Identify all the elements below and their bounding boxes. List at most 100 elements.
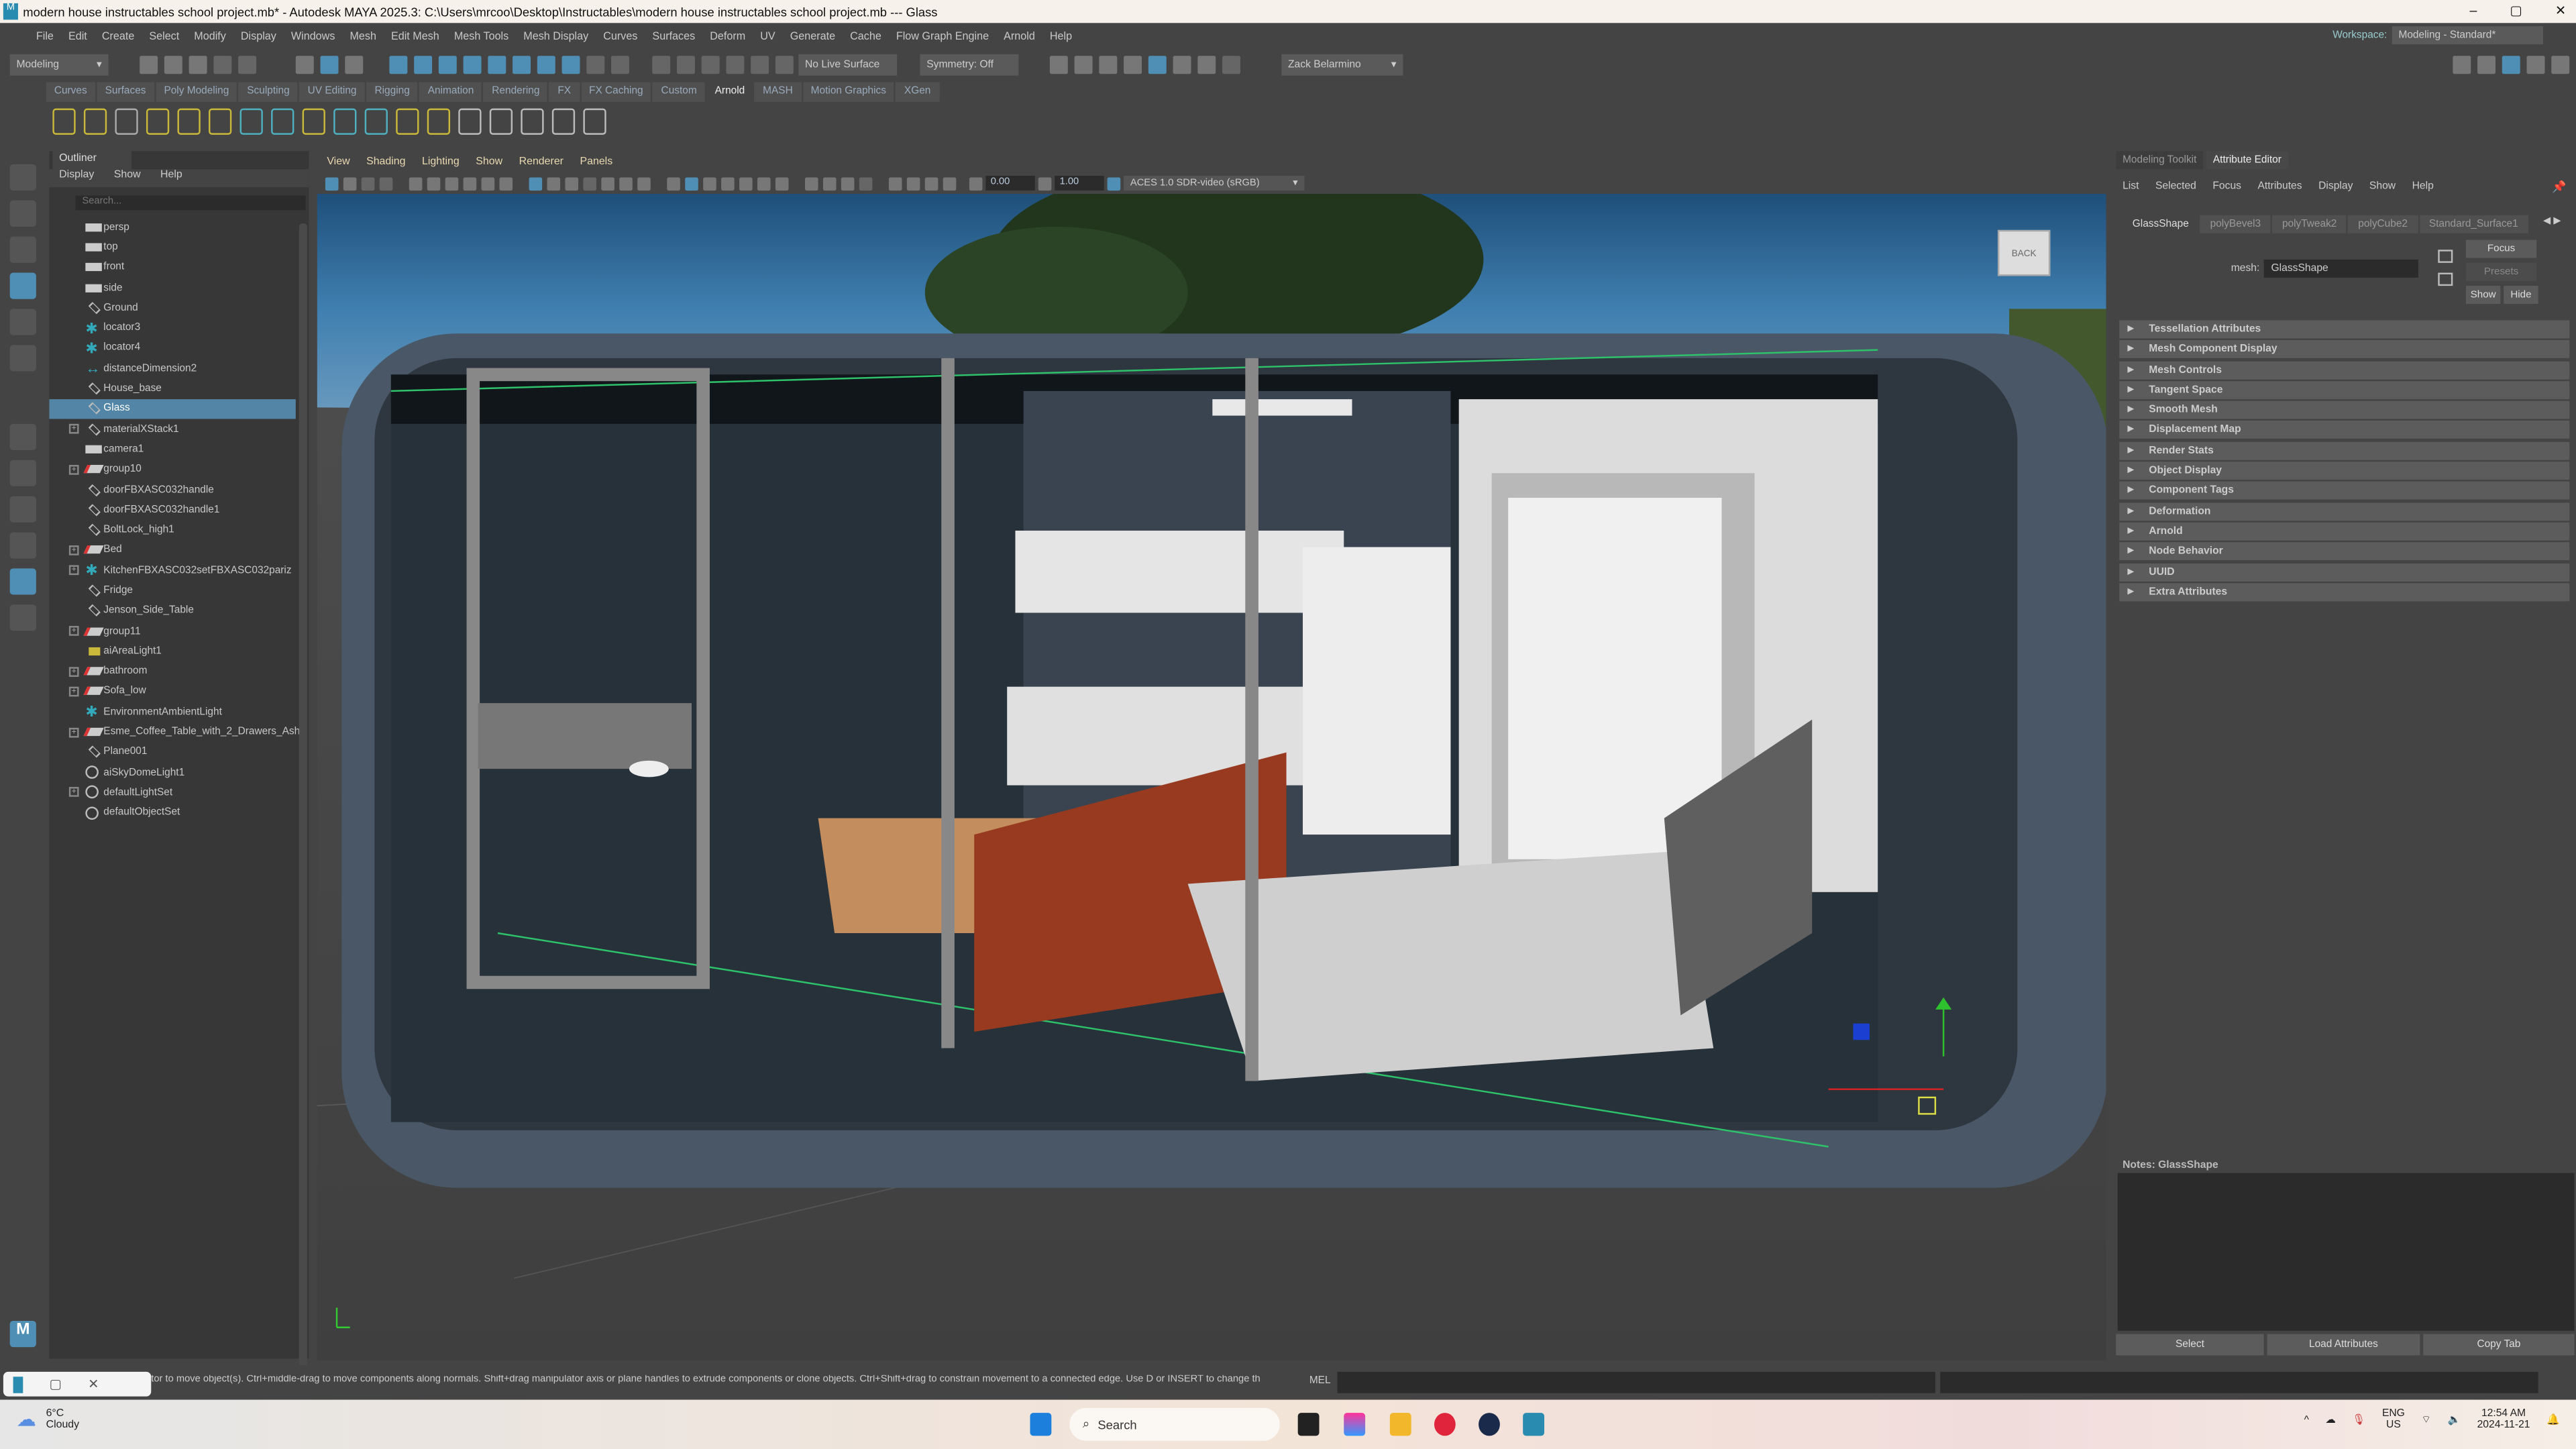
curve-collector-icon[interactable] (302, 108, 325, 135)
tab-attribute-editor[interactable]: Attribute Editor (2206, 151, 2288, 170)
color-management-toggle-icon[interactable] (1107, 176, 1121, 190)
snap-surface-icon[interactable] (463, 55, 482, 73)
workspace-select[interactable]: Modeling - Standard* (2392, 26, 2544, 45)
restore-icon[interactable]: ▢ (49, 1377, 62, 1391)
hypershade-icon[interactable] (1148, 55, 1167, 73)
minimize-button[interactable]: – (2470, 0, 2477, 23)
tab-scroll-arrows-icon[interactable]: ◀ ▶ (2543, 215, 2561, 227)
undo-icon[interactable] (213, 55, 232, 73)
outliner-item[interactable]: side (49, 278, 295, 298)
render-view-icon[interactable] (1173, 55, 1191, 73)
pause-icon[interactable] (1222, 55, 1240, 73)
pencil-icon[interactable] (499, 176, 513, 190)
safe-title-icon[interactable] (637, 176, 651, 190)
select-component-icon[interactable] (345, 55, 364, 73)
menu-mesh-display[interactable]: Mesh Display (523, 30, 588, 42)
tab-modeling-toolkit[interactable]: Modeling Toolkit (2116, 151, 2204, 170)
outliner-item[interactable]: doorFBXASC032handle (49, 480, 295, 500)
attr-menu-attributes[interactable]: Attributes (2257, 180, 2302, 192)
image-plane-icon[interactable] (379, 176, 393, 190)
paint-select-tool-icon[interactable] (9, 236, 36, 263)
lock-icon[interactable] (586, 55, 605, 73)
shelf-tab-poly-modeling[interactable]: Poly Modeling (156, 82, 237, 102)
move-tool-icon[interactable] (9, 272, 36, 299)
shelf-tab-rigging[interactable]: Rigging (366, 82, 419, 102)
user-account-button[interactable]: Zack Belarmino ▾ (1281, 53, 1403, 75)
render-settings-icon[interactable] (551, 108, 576, 135)
shelf-tab-surfaces[interactable]: Surfaces (97, 82, 154, 102)
snap-view-plane-icon[interactable] (488, 55, 506, 73)
expand-icon[interactable]: + (68, 788, 79, 798)
outliner-item[interactable]: + Esme_Coffee_Table_with_2_Drawers_Ash_ (49, 722, 306, 742)
outliner-menu-help[interactable]: Help (160, 169, 182, 187)
sculpt-icon[interactable] (2453, 55, 2471, 73)
gamma-field[interactable]: 1.00 (1055, 176, 1104, 191)
output-connection-icon[interactable] (2438, 272, 2453, 286)
spot-light-icon[interactable] (115, 108, 138, 135)
viewport-menu-renderer[interactable]: Renderer (519, 156, 564, 168)
menu-display[interactable]: Display (241, 30, 276, 42)
open-scene-icon[interactable] (164, 55, 182, 73)
render-view-icon[interactable] (521, 108, 544, 135)
isolate-select-icon[interactable] (888, 176, 902, 190)
exposure-icon[interactable] (969, 176, 983, 190)
xray-active-icon[interactable] (924, 176, 938, 190)
clock[interactable]: 12:54 AM 2024-11-21 (2477, 1408, 2530, 1431)
channel-box-icon[interactable] (2526, 55, 2545, 73)
outliner-item[interactable]: + Bed (49, 540, 295, 560)
menu-select[interactable]: Select (149, 30, 179, 42)
section-tangent-space[interactable]: Tangent Space (2119, 380, 2570, 399)
standin-icon[interactable] (239, 108, 263, 135)
presets-button[interactable]: Presets (2465, 262, 2537, 281)
load-attributes-button[interactable]: Load Attributes (2267, 1334, 2420, 1356)
wireframe-icon[interactable] (667, 176, 680, 190)
attr-menu-show[interactable]: Show (2369, 180, 2396, 192)
outliner-item[interactable]: top (49, 237, 295, 257)
menu-windows[interactable]: Windows (291, 30, 335, 42)
lasso-icon[interactable] (775, 55, 794, 73)
taskbar-search[interactable]: ⌕ Search (1069, 1407, 1280, 1441)
outliner-item[interactable]: ✱ locator3 (49, 318, 295, 338)
outliner-item[interactable]: + materialXStack1 (49, 419, 295, 439)
file-explorer-icon[interactable] (1389, 1413, 1411, 1436)
3d-scene-view[interactable]: BACK (317, 193, 2106, 1360)
four-view-layout-icon[interactable] (9, 496, 36, 523)
section-arnold[interactable]: Arnold (2119, 522, 2570, 541)
outliner-item[interactable]: defaultObjectSet (49, 803, 295, 823)
lasso-icon[interactable] (676, 55, 695, 73)
menu-curves[interactable]: Curves (603, 30, 637, 42)
gate-mask-icon[interactable] (583, 176, 596, 190)
outliner-item[interactable]: + ✱ KitchenFBXASC032setFBXASC032pariz (49, 560, 295, 580)
microphone-icon[interactable]: 🎙 (2353, 1413, 2366, 1426)
material-x-icon[interactable] (364, 108, 388, 135)
outliner-item[interactable]: Ground (49, 298, 295, 318)
smooth-shade-icon[interactable] (685, 176, 698, 190)
live-surface-field[interactable]: No Live Surface (798, 53, 898, 75)
outliner-item[interactable]: BoltLock_high1 (49, 520, 295, 540)
outliner-item[interactable]: Plane001 (49, 742, 295, 762)
shelf-tab-motion-graphics[interactable]: Motion Graphics (802, 82, 895, 102)
menu-help[interactable]: Help (1050, 30, 1072, 42)
gamma-icon[interactable] (1038, 176, 1052, 190)
wireframe-on-shaded-icon[interactable] (721, 176, 735, 190)
shelf-tab-rendering[interactable]: Rendering (484, 82, 548, 102)
menu-file[interactable]: File (36, 30, 54, 42)
ambient-occlusion-icon[interactable] (805, 176, 818, 190)
camera-settings-icon[interactable] (445, 176, 459, 190)
snap-curve-icon[interactable] (414, 55, 433, 73)
single-view-layout-icon[interactable] (9, 460, 36, 486)
section-render-stats[interactable]: Render Stats (2119, 441, 2570, 460)
ipr-render-icon[interactable] (1099, 55, 1118, 73)
section-deformation[interactable]: Deformation (2119, 502, 2570, 521)
viewport-menu-show[interactable]: Show (476, 156, 502, 168)
copilot-app-icon[interactable] (1344, 1413, 1366, 1436)
focus-button[interactable]: Focus (2465, 239, 2537, 258)
section-mesh-component-display[interactable]: Mesh Component Display (2119, 340, 2570, 359)
camera-attributes-icon[interactable] (343, 176, 357, 190)
menu-arnold[interactable]: Arnold (1004, 30, 1035, 42)
outliner-scrollbar[interactable] (299, 223, 307, 1374)
show-manipulator-icon[interactable] (9, 423, 36, 451)
outliner-item[interactable]: + group10 (49, 460, 295, 480)
wifi-icon[interactable]: ⌔ (2421, 1413, 2431, 1426)
xray-joints-icon[interactable] (943, 176, 957, 190)
